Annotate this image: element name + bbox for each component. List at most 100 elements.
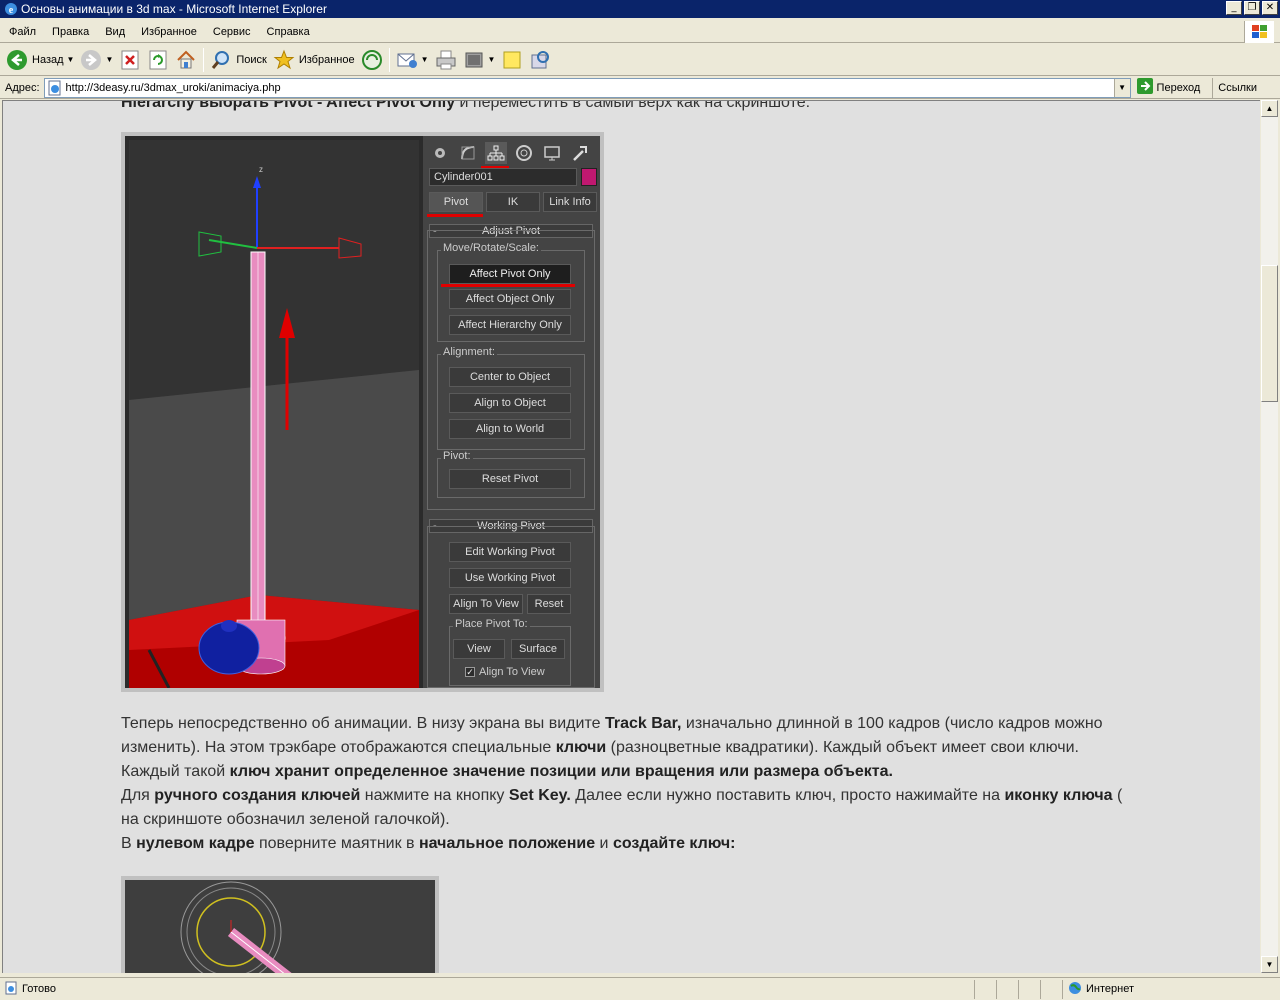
motion-tab-icon[interactable] [513, 142, 535, 164]
go-button[interactable]: Переход [1136, 77, 1201, 98]
menu-tools[interactable]: Сервис [205, 26, 259, 38]
maximize-button[interactable]: ❐ [1244, 1, 1260, 15]
links-button[interactable]: Ссылки [1212, 77, 1257, 98]
close-button[interactable]: ✕ [1262, 1, 1278, 15]
go-arrow-icon [1136, 77, 1154, 98]
status-cell [1041, 979, 1063, 999]
checkmark-icon: ✓ [465, 667, 475, 677]
display-tab-icon[interactable] [541, 142, 563, 164]
media-icon [361, 49, 383, 71]
address-input[interactable]: http://3deasy.ru/3dmax_uroki/animaciya.p… [43, 77, 1131, 98]
center-to-object-button[interactable]: Center to Object [449, 367, 571, 387]
utilities-tab-icon[interactable] [569, 142, 591, 164]
object-name-field[interactable]: Cylinder001 [429, 168, 577, 186]
reset-working-pivot-button[interactable]: Reset [527, 594, 571, 614]
animation-paragraph: Теперь непосредственно об анимации. В ни… [121, 712, 1141, 856]
note-icon [501, 49, 523, 71]
para3-seg-5: создайте ключ: [612, 835, 736, 852]
scroll-thumb[interactable] [1261, 265, 1278, 402]
window-title: Основы анимации в 3d max - Microsoft Int… [21, 2, 327, 16]
intro-text: Hierarchy выбрать Pivot - Affect Pivot O… [121, 100, 1141, 115]
mail-button[interactable]: ▼ [393, 46, 432, 74]
use-working-pivot-button[interactable]: Use Working Pivot [449, 568, 571, 588]
go-label: Переход [1156, 81, 1201, 94]
scroll-down-icon[interactable]: ▼ [1261, 956, 1278, 973]
hierarchy-tab-icon[interactable] [485, 142, 507, 164]
scroll-up-icon[interactable]: ▲ [1261, 100, 1278, 117]
menu-help[interactable]: Справка [259, 26, 318, 38]
discuss-button[interactable] [498, 46, 526, 74]
back-arrow-icon [6, 49, 28, 71]
home-button[interactable] [172, 46, 200, 74]
viewport: z [129, 140, 419, 688]
object-color-swatch[interactable] [581, 168, 597, 186]
tab-pivot[interactable]: Pivot [429, 192, 483, 212]
edit-button[interactable]: ▼ [460, 46, 499, 74]
pivot-tab-highlight [427, 214, 483, 217]
intro-bold: Hierarchy выбрать Pivot - Affect Pivot O… [121, 100, 456, 111]
para2-seg-4: Далее если нужно поставить ключ, просто … [570, 787, 1005, 804]
back-button[interactable]: Назад ▼ [3, 46, 77, 74]
para-seg-1: Track Bar, [604, 715, 682, 732]
align-to-view-button[interactable]: Align To View [449, 594, 523, 614]
para2-seg-5: иконку ключа [1004, 787, 1113, 804]
affect-pivot-only-button[interactable]: Affect Pivot Only [449, 264, 571, 284]
align-to-view-checkbox[interactable]: ✓ Align To View [465, 666, 545, 678]
para-seg-0: Теперь непосредственно об анимации. В ни… [121, 715, 605, 732]
mail-icon [396, 49, 418, 71]
back-label: Назад [32, 53, 64, 66]
view-button[interactable]: View [453, 639, 505, 659]
research-icon [529, 49, 551, 71]
status-text: Готово [22, 983, 56, 995]
edit-working-pivot-button[interactable]: Edit Working Pivot [449, 542, 571, 562]
refresh-button[interactable] [144, 46, 172, 74]
messenger-button[interactable] [526, 46, 554, 74]
create-tab-icon[interactable] [429, 142, 451, 164]
stop-button[interactable] [116, 46, 144, 74]
menu-view[interactable]: Вид [97, 26, 133, 38]
globe-icon [1068, 981, 1082, 998]
para-seg-3: ключи [555, 739, 607, 756]
alignment-group-label: Alignment: [441, 346, 497, 358]
zone-label: Интернет [1086, 983, 1134, 995]
ie-logo-icon: e [3, 1, 19, 17]
media-button[interactable] [358, 46, 386, 74]
align-to-world-button[interactable]: Align to World [449, 419, 571, 439]
affect-object-only-button[interactable]: Affect Object Only [449, 289, 571, 309]
windows-logo-icon [1244, 21, 1274, 43]
address-label: Адрес: [5, 81, 40, 94]
vertical-scrollbar[interactable]: ▲ ▼ [1261, 100, 1278, 973]
forward-button[interactable]: ▼ [77, 46, 116, 74]
menu-file[interactable]: Файл [6, 26, 44, 38]
address-bar: Адрес: http://3deasy.ru/3dmax_uroki/anim… [0, 77, 1280, 99]
status-cell [1019, 979, 1041, 999]
menu-bar: Файл Правка Вид Избранное Сервис Справка [0, 21, 1280, 43]
favorites-button[interactable]: Избранное [270, 46, 358, 74]
print-button[interactable] [432, 46, 460, 74]
search-button[interactable]: Поиск [207, 46, 269, 74]
reset-pivot-button[interactable]: Reset Pivot [449, 469, 571, 489]
star-icon [273, 49, 295, 71]
toolbar: Назад ▼ ▼ Поиск Избранное ▼ ▼ [0, 44, 1280, 76]
para3-seg-2: поверните маятник в [254, 835, 419, 852]
modify-tab-icon[interactable] [457, 142, 479, 164]
para3-seg-1: нулевом кадре [136, 835, 255, 852]
tab-ik[interactable]: IK [486, 192, 540, 212]
chevron-down-icon[interactable]: ▼ [421, 55, 429, 64]
refresh-icon [147, 49, 169, 71]
chevron-down-icon[interactable]: ▼ [1113, 78, 1130, 97]
align-to-object-button[interactable]: Align to Object [449, 393, 571, 413]
tab-link-info[interactable]: Link Info [543, 192, 597, 212]
page-done-icon [4, 981, 18, 998]
chevron-down-icon[interactable]: ▼ [67, 55, 75, 64]
surface-button[interactable]: Surface [511, 639, 565, 659]
chevron-down-icon[interactable]: ▼ [105, 55, 113, 64]
toolbar-separator [203, 47, 205, 72]
menu-edit[interactable]: Правка [44, 26, 97, 38]
place-pivot-group-label: Place Pivot To: [453, 618, 530, 630]
minimize-button[interactable]: _ [1226, 1, 1242, 15]
chevron-down-icon[interactable]: ▼ [488, 55, 496, 64]
security-zone[interactable]: Интернет [1063, 981, 1134, 998]
menu-favorites[interactable]: Избранное [133, 26, 205, 38]
affect-hierarchy-only-button[interactable]: Affect Hierarchy Only [449, 315, 571, 335]
